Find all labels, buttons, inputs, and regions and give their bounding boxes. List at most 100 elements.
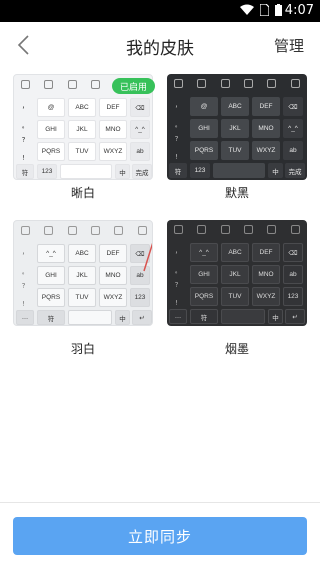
side-punct: ！: [174, 154, 181, 161]
key: DEF: [99, 244, 127, 263]
side-punct: ？: [174, 282, 181, 289]
key: JKL: [68, 266, 96, 285]
key: ab: [283, 141, 303, 160]
key: 符: [16, 164, 34, 179]
key: 123: [190, 163, 210, 178]
skin-card-2[interactable]: ， 。 ？ ！ @ ABC DEF ⌫ GHI JKL MNO ^_^ PQRS…: [167, 74, 307, 180]
skin-name: 晰白: [70, 186, 95, 200]
toolbar-icon: [137, 225, 147, 235]
toolbar-icon: [44, 225, 54, 235]
toolbar-icon: [220, 224, 230, 234]
side-punct: 。: [21, 123, 28, 130]
skin-name: 羽白: [70, 342, 95, 356]
key: PQRS: [190, 287, 218, 306]
key: MNO: [99, 120, 127, 139]
wifi-icon: [240, 4, 254, 15]
key: ab: [130, 142, 150, 161]
toolbar-icon: [21, 79, 31, 89]
key: 符: [37, 310, 65, 325]
side-punct: ，: [21, 103, 28, 110]
side-punct: ？: [21, 137, 28, 144]
key: 中: [115, 310, 130, 325]
footer-divider: [0, 502, 320, 503]
key: ^_^: [37, 244, 65, 263]
toolbar-icon: [197, 224, 207, 234]
key: ^_^: [283, 119, 303, 138]
skin-card-4[interactable]: ， 。 ？ ！ ^_^ ABC DEF ⌫ GHI JKL MNO ab PQR…: [167, 220, 307, 326]
key: PQRS: [37, 142, 65, 161]
toolbar-icon: [197, 78, 207, 88]
key: WXYZ: [252, 287, 280, 306]
side-punct: ！: [174, 300, 181, 307]
space-key: [68, 310, 112, 325]
key: DEF: [99, 98, 127, 117]
toolbar-icon: [290, 224, 300, 234]
key: WXYZ: [99, 288, 127, 307]
keyboard-toolbar: [167, 74, 307, 92]
enabled-badge: 已启用: [112, 78, 155, 94]
keyboard-toolbar: [167, 220, 307, 238]
side-punct: 。: [21, 269, 28, 276]
key: MNO: [99, 266, 127, 285]
side-punct: 。: [174, 122, 181, 129]
key: 完成: [285, 163, 305, 178]
top-bar: 我的皮肤 管理: [0, 22, 320, 68]
key: 中: [268, 163, 283, 178]
key: DEF: [252, 243, 280, 262]
key: GHI: [190, 119, 218, 138]
key: GHI: [190, 265, 218, 284]
key: ↵: [285, 309, 305, 324]
manage-button[interactable]: 管理: [274, 35, 304, 56]
sync-now-button[interactable]: 立即同步: [13, 517, 307, 555]
space-key: [221, 309, 265, 324]
side-punct: ，: [21, 249, 28, 256]
toolbar-icon: [244, 224, 254, 234]
keyboard-toolbar: [14, 221, 152, 239]
key: ABC: [68, 98, 96, 117]
toolbar-icon: [267, 78, 277, 88]
toolbar-icon: [91, 79, 101, 89]
side-punct: 。: [174, 268, 181, 275]
key: MNO: [252, 265, 280, 284]
key: WXYZ: [99, 142, 127, 161]
key: ↵: [132, 310, 152, 325]
status-bar: 4:07: [0, 0, 320, 22]
key: @: [37, 98, 65, 117]
side-punct: ，: [174, 248, 181, 255]
key: PQRS: [37, 288, 65, 307]
skin-name: 烟墨: [224, 342, 249, 356]
key: 中: [268, 309, 283, 324]
key: @: [190, 97, 218, 116]
key: 符: [169, 163, 187, 178]
key: GHI: [37, 120, 65, 139]
key: GHI: [37, 266, 65, 285]
status-time: 4:07: [284, 3, 314, 18]
skin-name: 默黑: [224, 186, 249, 200]
toolbar-icon: [174, 224, 184, 234]
key: ^_^: [130, 120, 150, 139]
skin-card-3[interactable]: ， 。 ？ ！ ^_^ ABC DEF ⌫ GHI JKL MNO ab PQR…: [13, 220, 153, 326]
key: 中: [115, 164, 130, 179]
key: 符: [190, 309, 218, 324]
side-punct: ，: [174, 102, 181, 109]
toolbar-icon: [220, 78, 230, 88]
feather-icon: [143, 242, 152, 272]
space-key: [213, 163, 265, 178]
key: PQRS: [190, 141, 218, 160]
toolbar-icon: [267, 224, 277, 234]
side-punct: ？: [174, 136, 181, 143]
sim-icon: [260, 4, 269, 16]
key: WXYZ: [252, 141, 280, 160]
key: JKL: [221, 119, 249, 138]
key: TUV: [221, 141, 249, 160]
toolbar-icon: [21, 225, 31, 235]
battery-icon: [275, 4, 282, 16]
space-key: [60, 164, 112, 179]
key: MNO: [252, 119, 280, 138]
key: TUV: [68, 288, 96, 307]
page-title: 我的皮肤: [126, 39, 194, 59]
key: JKL: [68, 120, 96, 139]
key: 123: [37, 164, 57, 179]
toolbar-icon: [174, 78, 184, 88]
side-punct: ？: [21, 283, 28, 290]
